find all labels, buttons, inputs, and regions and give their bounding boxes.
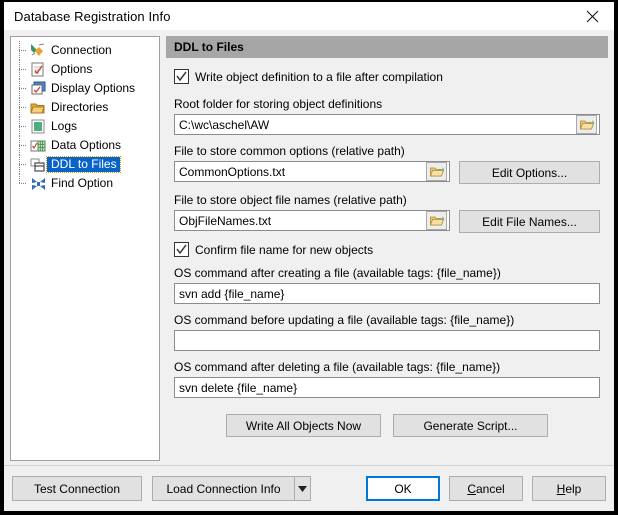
tree-connector [15, 60, 29, 79]
display-options-icon [29, 81, 47, 97]
tree-connector [15, 98, 29, 117]
sidebar-item-logs[interactable]: Logs [11, 117, 159, 136]
settings-tree[interactable]: Connection Options Display Options Direc… [10, 36, 160, 461]
confirm-file-name-checkbox[interactable] [174, 242, 189, 257]
common-options-row: CommonOptions.txt Edit Options... [174, 161, 600, 184]
tree-connector [15, 155, 29, 174]
open-folder-icon[interactable] [576, 115, 597, 134]
tree-connector [15, 41, 29, 60]
close-icon[interactable] [570, 2, 614, 30]
sidebar-item-label: Logs [51, 119, 78, 133]
cmd-after-delete-row: svn delete {file_name} [174, 377, 600, 398]
sidebar-item-connection[interactable]: Connection [11, 41, 159, 60]
panel-header: DDL to Files [166, 36, 608, 58]
dialog-window: Database Registration Info Connection Op… [0, 0, 618, 515]
help-button[interactable]: Help [532, 476, 606, 501]
dialog-footer: Test Connection Load Connection Info OK … [4, 465, 614, 511]
help-rest: elp [565, 481, 582, 496]
generate-script-button[interactable]: Generate Script... [393, 414, 548, 437]
load-connection-info-button[interactable]: Load Connection Info [152, 476, 294, 501]
window-title: Database Registration Info [14, 8, 171, 24]
check-icon [176, 244, 187, 255]
tree-connector [15, 79, 29, 98]
help-mnemonic: H [556, 481, 566, 496]
edit-options-button[interactable]: Edit Options... [459, 161, 600, 184]
chevron-down-icon[interactable] [294, 476, 311, 501]
object-file-names-row: ObjFileNames.txt Edit File Names... [174, 210, 600, 233]
load-connection-split-button: Load Connection Info [152, 476, 311, 501]
cmd-after-create-value: svn add {file_name} [179, 286, 285, 301]
panel-action-row: Write All Objects Now Generate Script... [174, 414, 600, 437]
sidebar-item-options[interactable]: Options [11, 60, 159, 79]
cancel-button[interactable]: Cancel [449, 476, 523, 501]
root-folder-input[interactable]: C:\wc\aschel\AW [174, 114, 600, 135]
ok-button[interactable]: OK [366, 476, 440, 501]
sidebar-item-label: DDL to Files [46, 156, 121, 173]
root-folder-label: Root folder for storing object definitio… [174, 97, 383, 111]
panel-body: Write object definition to a file after … [166, 58, 608, 461]
tree-connector [15, 174, 29, 193]
tree-connector [15, 117, 29, 136]
ddl-to-files-icon [29, 157, 47, 173]
title-bar: Database Registration Info [4, 2, 614, 30]
cmd-before-update-label: OS command before updating a file (avail… [174, 313, 515, 327]
cancel-mnemonic: C [467, 481, 476, 496]
edit-file-names-button[interactable]: Edit File Names... [459, 210, 600, 233]
sidebar-item-label: Directories [51, 100, 109, 114]
object-file-names-value: ObjFileNames.txt [179, 213, 272, 228]
cmd-before-update-input[interactable] [174, 330, 600, 351]
cmd-before-update-row [174, 330, 600, 351]
folder-icon [29, 100, 47, 116]
common-options-value: CommonOptions.txt [179, 164, 286, 179]
sidebar-item-label: Options [51, 62, 93, 76]
sidebar-item-find-option[interactable]: Find Option [11, 174, 159, 193]
cmd-after-delete-input[interactable]: svn delete {file_name} [174, 377, 600, 398]
open-folder-icon[interactable] [426, 211, 447, 230]
cmd-after-create-row: svn add {file_name} [174, 283, 600, 304]
open-folder-icon[interactable] [426, 162, 447, 181]
dialog-content: Connection Options Display Options Direc… [4, 30, 614, 465]
logs-icon [29, 119, 47, 135]
root-folder-row: C:\wc\aschel\AW [174, 114, 600, 135]
check-icon [176, 71, 187, 82]
confirm-checkbox-row[interactable]: Confirm file name for new objects [174, 242, 600, 257]
ddl-to-files-panel: DDL to Files Write object definition to … [166, 36, 608, 461]
sidebar-item-ddl-to-files[interactable]: DDL to Files [11, 155, 159, 174]
sidebar-item-label: Data Options [51, 138, 122, 152]
find-option-icon [29, 176, 47, 192]
root-folder-value: C:\wc\aschel\AW [179, 117, 270, 132]
sidebar-item-label: Connection [51, 43, 112, 57]
confirm-file-name-label: Confirm file name for new objects [195, 242, 374, 257]
sidebar-item-directories[interactable]: Directories [11, 98, 159, 117]
connection-icon [29, 43, 47, 59]
write-definition-label: Write object definition to a file after … [195, 69, 443, 84]
sidebar-item-data-options[interactable]: Data Options [11, 136, 159, 155]
common-options-label: File to store common options (relative p… [174, 144, 405, 158]
cmd-after-create-label: OS command after creating a file (availa… [174, 266, 501, 280]
cancel-rest: ancel [475, 481, 505, 496]
common-options-input[interactable]: CommonOptions.txt [174, 161, 450, 182]
write-definition-checkbox[interactable] [174, 69, 189, 84]
data-options-icon [29, 138, 47, 154]
options-icon [29, 62, 47, 78]
sidebar-item-label: Display Options [51, 81, 136, 95]
object-file-names-label: File to store object file names (relativ… [174, 193, 407, 207]
cmd-after-delete-value: svn delete {file_name} [179, 380, 298, 395]
sidebar-item-label: Find Option [51, 176, 114, 190]
write-all-objects-button[interactable]: Write All Objects Now [226, 414, 381, 437]
object-file-names-input[interactable]: ObjFileNames.txt [174, 210, 450, 231]
sidebar-item-display-options[interactable]: Display Options [11, 79, 159, 98]
test-connection-button[interactable]: Test Connection [12, 476, 142, 501]
tree-connector [15, 136, 29, 155]
cmd-after-delete-label: OS command after deleting a file (availa… [174, 360, 501, 374]
write-definition-checkbox-row[interactable]: Write object definition to a file after … [174, 69, 600, 84]
cmd-after-create-input[interactable]: svn add {file_name} [174, 283, 600, 304]
